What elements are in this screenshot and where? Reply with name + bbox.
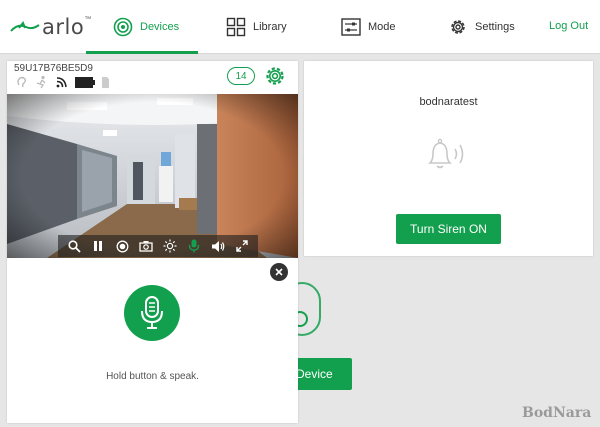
devices-icon xyxy=(113,17,133,37)
speaker-button[interactable] xyxy=(209,237,227,255)
fullscreen-button[interactable] xyxy=(233,237,251,255)
zoom-button[interactable] xyxy=(65,237,83,255)
brightness-icon xyxy=(163,239,177,253)
pause-icon xyxy=(94,241,102,251)
pause-button[interactable] xyxy=(89,237,107,255)
motion-icon xyxy=(36,75,46,89)
siren-card: bodnaratest Turn Siren ON xyxy=(304,61,593,256)
logo-text: arlo xyxy=(42,15,85,39)
nav-devices-label: Devices xyxy=(140,21,180,33)
sd-card-icon xyxy=(102,76,109,88)
live-video-feed[interactable] xyxy=(7,94,298,258)
fullscreen-icon xyxy=(236,240,248,252)
nav-mode[interactable]: Mode xyxy=(341,0,396,54)
add-device-label: Device xyxy=(296,367,333,381)
clip-count-badge[interactable]: 14 xyxy=(227,67,255,85)
nav-library[interactable]: Library xyxy=(226,0,287,54)
logout-link[interactable]: Log Out xyxy=(549,20,588,32)
snapshot-button[interactable] xyxy=(137,237,155,255)
siren-device-name: bodnaratest xyxy=(419,96,478,108)
nav-settings-label: Settings xyxy=(475,21,515,33)
top-nav: arlo ™ Devices Library Mode Settings Log… xyxy=(0,0,600,54)
mode-icon xyxy=(341,18,361,36)
zoom-icon xyxy=(67,239,81,253)
microphone-icon xyxy=(141,296,163,329)
camera-device-id: 59U17B76BE5D9 xyxy=(14,63,93,74)
nav-settings[interactable]: Settings xyxy=(448,0,515,54)
microphone-icon xyxy=(188,239,200,253)
wifi-icon xyxy=(56,77,67,88)
camera-settings-button[interactable] xyxy=(264,65,286,92)
nav-library-label: Library xyxy=(253,21,287,33)
camera-view-image xyxy=(7,94,298,258)
brightness-button[interactable] xyxy=(161,237,179,255)
audio-icon xyxy=(17,76,27,88)
close-icon xyxy=(275,268,283,276)
speaker-icon xyxy=(212,240,225,252)
snapshot-icon xyxy=(139,241,153,252)
siren-bell-icon xyxy=(424,137,470,178)
push-to-talk-button[interactable] xyxy=(124,285,180,341)
trademark: ™ xyxy=(84,16,92,23)
microphone-button[interactable] xyxy=(185,237,203,255)
push-to-talk-hint: Hold button & speak. xyxy=(106,371,199,382)
battery-icon xyxy=(75,76,95,88)
bird-icon xyxy=(10,21,40,32)
record-button[interactable] xyxy=(113,237,131,255)
nav-devices[interactable]: Devices xyxy=(113,0,179,54)
nav-mode-label: Mode xyxy=(368,21,396,33)
active-tab-indicator xyxy=(86,51,198,54)
library-icon xyxy=(226,17,246,37)
camera-card: 59U17B76BE5D9 14 Hold button & speak. xyxy=(7,61,298,423)
arlo-logo[interactable]: arlo ™ xyxy=(10,14,91,40)
video-control-bar xyxy=(58,235,258,257)
gear-icon xyxy=(266,67,284,85)
gear-icon xyxy=(451,20,465,34)
record-icon xyxy=(116,240,128,252)
bell-icon xyxy=(428,138,464,169)
camera-header: 59U17B76BE5D9 14 xyxy=(7,61,298,94)
push-to-talk-panel: Hold button & speak. xyxy=(7,258,298,423)
camera-status-icons xyxy=(15,75,110,89)
close-button[interactable] xyxy=(270,263,288,281)
turn-siren-on-button[interactable]: Turn Siren ON xyxy=(396,214,501,244)
watermark: BodNara xyxy=(522,405,592,421)
